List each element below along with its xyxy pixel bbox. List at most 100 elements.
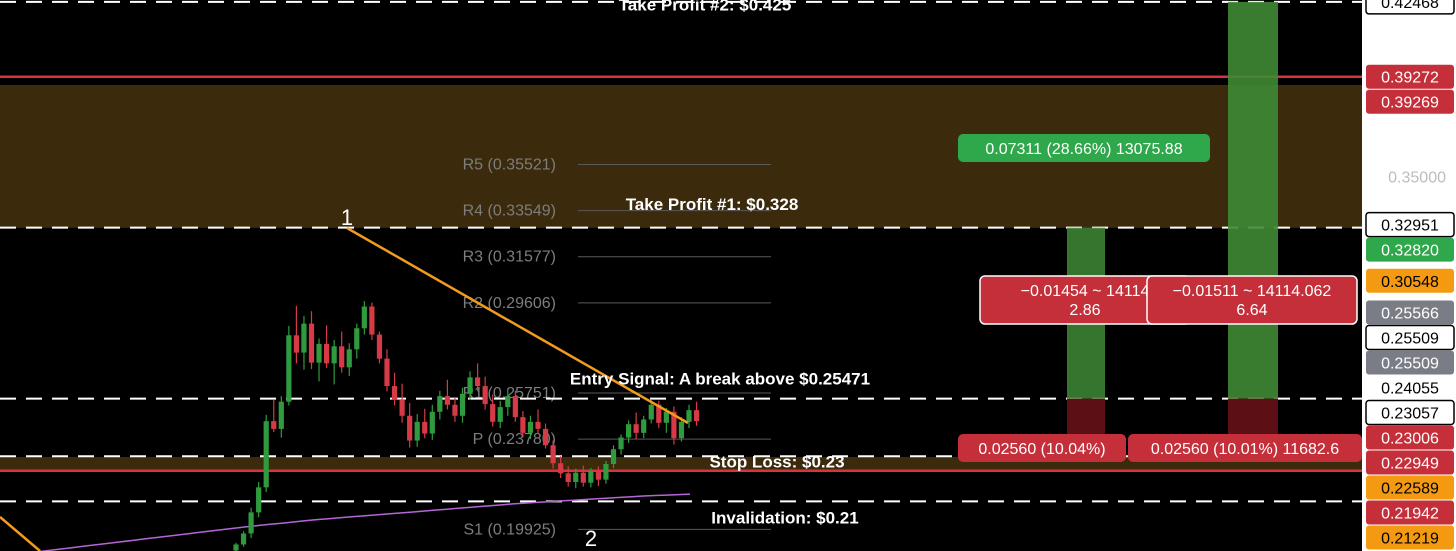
price-label: 0.42468 bbox=[1365, 0, 1455, 15]
pivot-label: R4 (0.33549) bbox=[463, 203, 556, 220]
price-label: 0.25509 bbox=[1365, 324, 1455, 351]
candle-body bbox=[271, 421, 277, 429]
candle-body bbox=[346, 349, 352, 368]
candle-body bbox=[354, 328, 360, 350]
candle-body bbox=[339, 346, 345, 368]
candle-body bbox=[482, 386, 488, 405]
price-label-text: 0.32820 bbox=[1381, 243, 1439, 260]
candle-body bbox=[316, 343, 322, 363]
axis-tick-label: 0.35000 bbox=[1388, 170, 1446, 187]
candle-body bbox=[407, 415, 413, 441]
candle-body bbox=[618, 437, 624, 450]
candle-body bbox=[678, 421, 685, 439]
candle-body bbox=[422, 421, 428, 434]
candle-body bbox=[565, 473, 571, 482]
candle-body bbox=[399, 399, 405, 416]
price-label: 0.23057 bbox=[1365, 399, 1455, 426]
candle-body bbox=[663, 411, 669, 423]
annotation-label: Invalidation: $0.21 bbox=[711, 509, 858, 528]
candle-body bbox=[535, 421, 541, 429]
price-label-text: 0.24055 bbox=[1381, 381, 1439, 398]
annotation-label: Take Profit #2: $0.425 bbox=[619, 0, 792, 14]
candle bbox=[240, 531, 247, 547]
price-label-text: 0.39272 bbox=[1381, 70, 1439, 87]
price-label-text: 0.39269 bbox=[1381, 95, 1439, 112]
candle-body bbox=[475, 377, 481, 387]
candle-body bbox=[633, 424, 639, 433]
annotation-label: Stop Loss: $0.23 bbox=[709, 453, 844, 472]
candle-body bbox=[610, 449, 617, 464]
candle-body bbox=[361, 306, 367, 329]
loss-label-1-text: 0.02560 (10.04%) bbox=[978, 441, 1105, 458]
price-label: 0.32951 bbox=[1365, 211, 1455, 238]
candle-body bbox=[256, 487, 262, 513]
candle-body bbox=[588, 470, 594, 483]
candle-body bbox=[384, 358, 390, 387]
loss-label-2-text: 0.02560 (10.01%) 11682.6 bbox=[1151, 441, 1339, 458]
profit-label: 0.07311 (28.66%) 13075.88 bbox=[958, 134, 1210, 162]
trading-chart[interactable]: R5 (0.35521)R4 (0.33549)R3 (0.31577)R2 (… bbox=[0, 0, 1456, 551]
candle-body bbox=[603, 463, 609, 480]
candle-body bbox=[550, 445, 556, 464]
candle-body bbox=[248, 512, 254, 534]
annotation-label: Entry Signal: A break above $0.25471 bbox=[570, 369, 870, 388]
candle-body bbox=[414, 421, 420, 441]
price-label-text: 0.42468 bbox=[1381, 0, 1439, 12]
price-label-text: 0.22589 bbox=[1381, 481, 1439, 498]
price-label-text: 0.23057 bbox=[1381, 406, 1439, 423]
loss-label-2: 0.02560 (10.01%) 11682.6 bbox=[1128, 434, 1362, 462]
candle-body bbox=[527, 421, 534, 433]
candle-body bbox=[693, 410, 700, 422]
candle-body bbox=[286, 335, 292, 402]
price-label: 0.25509 bbox=[1366, 350, 1454, 375]
price-label: 0.21219 bbox=[1366, 525, 1454, 550]
price-label-text: 0.23006 bbox=[1381, 431, 1439, 448]
price-label: 0.22949 bbox=[1366, 450, 1454, 475]
candle-body bbox=[324, 343, 330, 364]
profit-box bbox=[1228, 1, 1278, 399]
price-label: 0.22589 bbox=[1366, 475, 1454, 500]
position-label-2-text: 6.64 bbox=[1236, 302, 1267, 319]
candle-body bbox=[641, 419, 647, 433]
candle-body bbox=[301, 323, 307, 353]
candle-body bbox=[437, 396, 443, 412]
candle-body bbox=[331, 346, 337, 364]
price-label: 0.24055 bbox=[1366, 375, 1454, 400]
candle bbox=[369, 302, 375, 340]
candle bbox=[286, 325, 292, 406]
candle-body bbox=[626, 424, 632, 438]
candle-body bbox=[263, 421, 269, 488]
candle-body bbox=[240, 533, 247, 545]
price-label: 0.39269 bbox=[1366, 89, 1454, 114]
position-label-2: −0.01511 ~ 14114.062 6.64 bbox=[1146, 275, 1358, 325]
profit-label-text: 0.07311 (28.66%) 13075.88 bbox=[985, 141, 1182, 158]
wave-label: 2 bbox=[585, 526, 597, 551]
price-label-text: 0.22949 bbox=[1381, 456, 1439, 473]
candle-body bbox=[467, 377, 473, 394]
price-label: 0.23006 bbox=[1366, 425, 1454, 450]
pivot-label: R3 (0.31577) bbox=[463, 249, 556, 266]
candle-body bbox=[648, 404, 654, 420]
price-label-text: 0.21219 bbox=[1381, 531, 1439, 548]
candle-body bbox=[459, 393, 466, 416]
price-axis[interactable]: 0.350000.320000.290000.250000.424680.392… bbox=[1362, 0, 1456, 551]
candle-body bbox=[512, 396, 518, 418]
candle-body bbox=[452, 404, 458, 416]
price-label: 0.21942 bbox=[1366, 500, 1454, 525]
wave-label: 1 bbox=[341, 205, 353, 230]
loss-label-1: 0.02560 (10.04%) bbox=[958, 434, 1126, 462]
candle-body bbox=[293, 335, 299, 353]
price-label-text: 0.30548 bbox=[1381, 274, 1439, 291]
candle-body bbox=[558, 463, 564, 474]
candle-body bbox=[308, 323, 315, 363]
candle-body bbox=[686, 410, 692, 422]
price-label: 0.30548 bbox=[1366, 268, 1454, 293]
price-label-text: 0.25566 bbox=[1381, 306, 1439, 323]
annotation-label: Take Profit #1: $0.328 bbox=[626, 195, 799, 214]
candle-body bbox=[542, 428, 549, 446]
candle-body bbox=[369, 306, 375, 335]
price-label-text: 0.32951 bbox=[1381, 218, 1439, 235]
position-label-1-text: 2.86 bbox=[1069, 302, 1100, 319]
candle-body bbox=[573, 472, 579, 482]
price-label-text: 0.25509 bbox=[1381, 331, 1439, 348]
